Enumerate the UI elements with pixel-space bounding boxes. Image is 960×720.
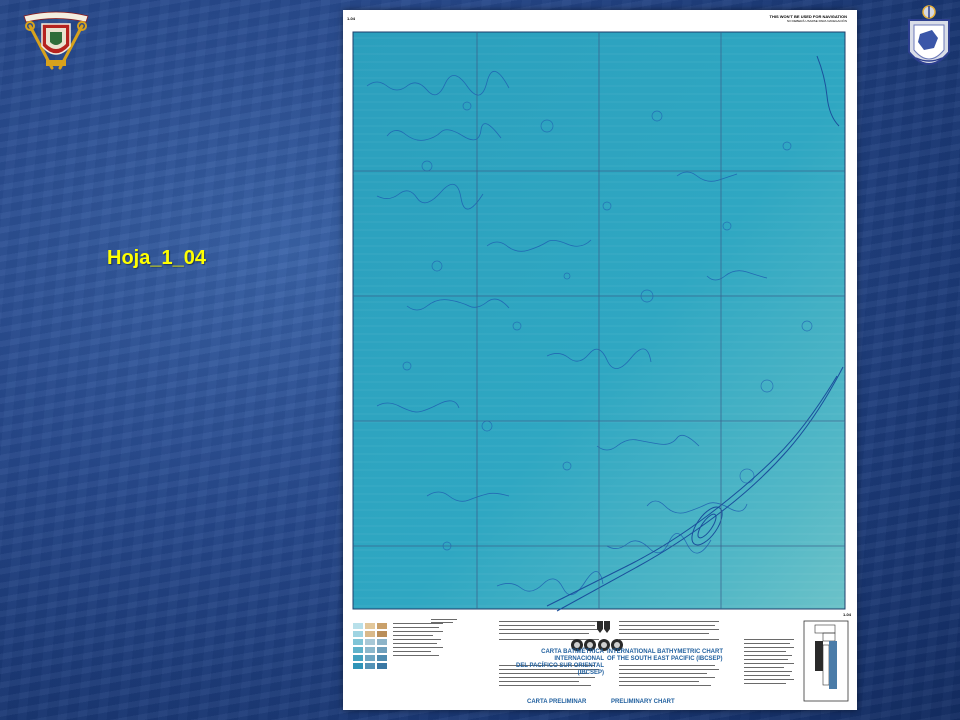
depth-color-scale xyxy=(353,623,387,669)
chart-title-spanish: CARTA BATIMÉTRICA INTERNACIONAL DEL PACÍ… xyxy=(499,649,604,677)
edition-label-spanish: CARTA PRELIMINAR xyxy=(527,699,587,705)
chart-legend-panel: CARTA BATIMÉTRICA INTERNACIONAL DEL PACÍ… xyxy=(349,615,851,707)
navigation-warning-subtext: NO DEBERÁ USARSE PARA NAVEGACIÓN xyxy=(786,19,847,23)
bathymetric-map xyxy=(347,26,852,615)
chart-title-english-line2: OF THE SOUTH EAST PACIFIC (IBCSEP) xyxy=(607,656,723,662)
slide-title: Hoja_1_04 xyxy=(107,247,206,269)
navy-coat-of-arms-icon xyxy=(16,10,96,74)
chart-title-english-line1: INTERNATIONAL BATHYMETRIC CHART xyxy=(607,649,723,655)
navigation-warning: THIS WON'T BE USED FOR NAVIGATION NO DEB… xyxy=(770,14,847,23)
chart-title-spanish-line1: CARTA BATIMÉTRICA INTERNACIONAL xyxy=(541,649,604,662)
chart-title-spanish-line2: DEL PACÍFICO SUR ORIENTAL (IBCSEP) xyxy=(515,663,604,676)
sheet-id-top: 1-04 xyxy=(347,16,356,21)
bathymetric-chart-sheet: 1-04 THIS WON'T BE USED FOR NAVIGATION N… xyxy=(343,10,857,710)
hydrographic-shield-icon xyxy=(904,4,954,76)
index-map xyxy=(803,620,849,702)
edition-label-english: PRELIMINARY CHART xyxy=(611,699,675,705)
chart-title-english: INTERNATIONAL BATHYMETRIC CHART OF THE S… xyxy=(607,649,727,663)
